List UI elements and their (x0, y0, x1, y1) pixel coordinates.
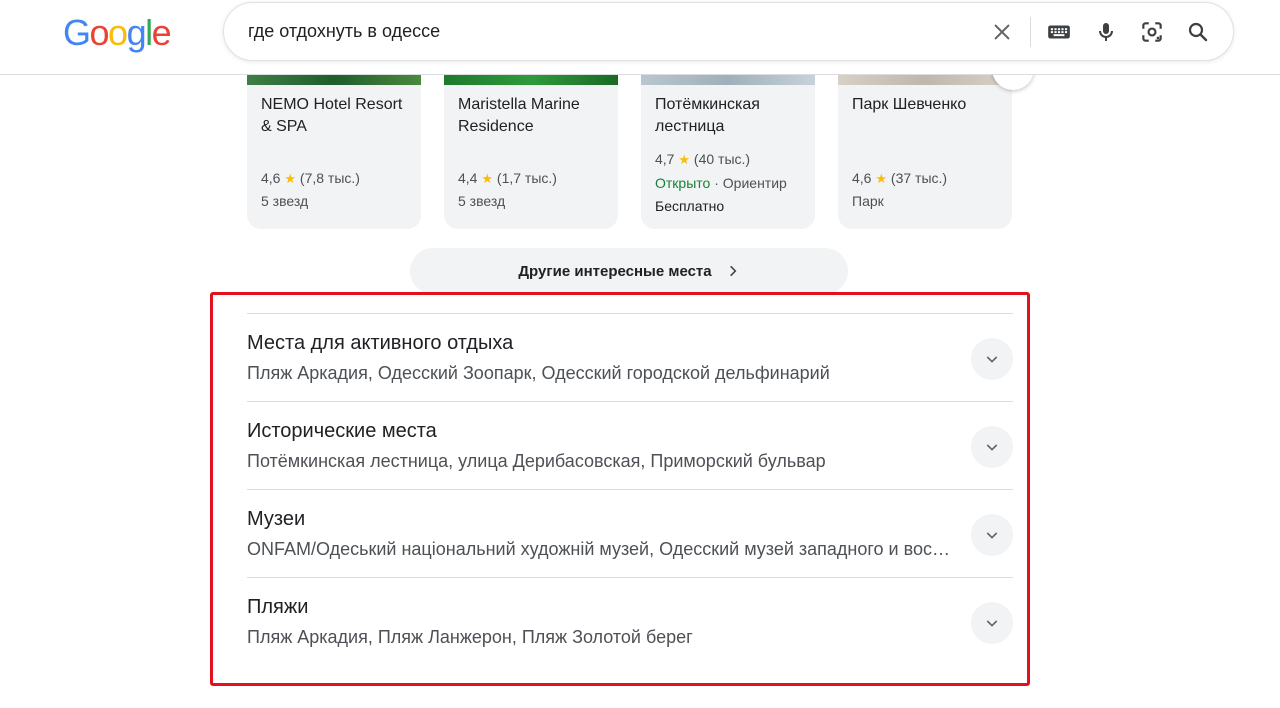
accordion-title: Исторические места (247, 420, 437, 442)
place-title: Maristella Marine Residence (458, 96, 580, 135)
rating-value: 4,6 (852, 170, 872, 186)
logo-letter: G (63, 12, 91, 53)
review-count: (1,7 тыс.) (496, 170, 557, 186)
places-carousel: NEMO Hotel Resort & SPA 4,6 ★ (7,8 тыс.)… (247, 60, 1037, 230)
star-icon: ★ (875, 171, 888, 186)
accordion-title: Пляжи (247, 596, 309, 618)
header: Google (0, 0, 1280, 75)
accordion-item[interactable]: Пляжи Пляж Аркадия, Пляж Ланжерон, Пляж … (247, 577, 1013, 665)
logo-letter: o (108, 12, 128, 53)
accordion-subtitle: Пляж Аркадия, Пляж Ланжерон, Пляж Золото… (247, 627, 693, 647)
place-card[interactable]: Maristella Marine Residence 4,4 ★ (1,7 т… (444, 60, 618, 229)
search-icon[interactable] (1182, 16, 1214, 48)
accordion-item[interactable]: Места для активного отдыха Пляж Аркадия,… (247, 313, 1013, 401)
chevron-down-icon (986, 444, 998, 451)
expand-button[interactable] (971, 514, 1013, 556)
rating-value: 4,6 (261, 170, 281, 186)
search-box (223, 2, 1234, 61)
place-category: Ориентир (722, 175, 787, 191)
search-divider (1030, 17, 1031, 47)
place-title: Потёмкинская лестница (655, 96, 760, 135)
accordion-subtitle: Пляж Аркадия, Одесский Зоопарк, Одесский… (247, 363, 830, 383)
expand-button[interactable] (971, 602, 1013, 644)
chevron-right-icon (726, 264, 740, 278)
rating-value: 4,7 (655, 151, 675, 167)
related-topics-accordion: Места для активного отдыха Пляж Аркадия,… (247, 313, 1013, 665)
place-card[interactable]: Потёмкинская лестница 4,7 ★ (40 тыс.) От… (641, 60, 815, 229)
chevron-down-icon (986, 356, 998, 363)
more-places-button[interactable]: Другие интересные места (410, 248, 848, 294)
star-icon: ★ (284, 171, 297, 186)
expand-button[interactable] (971, 338, 1013, 380)
accordion-title: Музеи (247, 508, 306, 530)
status-separator: · (714, 175, 719, 191)
place-card[interactable]: NEMO Hotel Resort & SPA 4,6 ★ (7,8 тыс.)… (247, 60, 421, 229)
logo-letter: o (89, 12, 110, 53)
place-rating: 4,6 ★ (37 тыс.) (852, 170, 947, 187)
star-icon: ★ (481, 171, 494, 186)
review-count: (40 тыс.) (693, 151, 751, 167)
more-places-label: Другие интересные места (518, 262, 712, 280)
accordion-title: Места для активного отдыха (247, 332, 514, 354)
review-count: (7,8 тыс.) (299, 170, 360, 186)
accordion-subtitle: ONFAM/Одеський національний художній муз… (247, 539, 955, 559)
accordion-subtitle: Потёмкинская лестница, улица Дерибасовск… (247, 451, 826, 471)
open-status: Открыто (655, 175, 711, 191)
google-logo[interactable]: Google (63, 12, 172, 54)
logo-letter: g (126, 12, 147, 53)
accordion-item[interactable]: Музеи ONFAM/Одеський національний художн… (247, 489, 1013, 577)
star-icon: ★ (678, 152, 691, 167)
expand-button[interactable] (971, 426, 1013, 468)
place-rating: 4,4 ★ (1,7 тыс.) (458, 170, 557, 187)
place-price: Бесплатно (655, 198, 725, 214)
place-rating: 4,7 ★ (40 тыс.) (655, 151, 750, 168)
keyboard-icon[interactable] (1043, 16, 1075, 48)
chevron-down-icon (986, 532, 998, 539)
place-type: Парк (852, 193, 884, 209)
search-input[interactable] (248, 3, 968, 60)
place-card[interactable]: Парк Шевченко 4,6 ★ (37 тыс.) Парк (838, 60, 1012, 229)
rating-value: 4,4 (458, 170, 478, 186)
lens-icon[interactable] (1136, 16, 1168, 48)
clear-icon[interactable] (986, 16, 1018, 48)
chevron-down-icon (986, 620, 998, 627)
place-title: Парк Шевченко (852, 96, 967, 113)
logo-letter: e (151, 12, 172, 53)
place-title: NEMO Hotel Resort & SPA (261, 96, 403, 135)
microphone-icon[interactable] (1090, 16, 1122, 48)
place-status: Открыто · Ориентир (655, 175, 787, 191)
accordion-item[interactable]: Исторические места Потёмкинская лестница… (247, 401, 1013, 489)
place-rating: 4,6 ★ (7,8 тыс.) (261, 170, 360, 187)
search-results-page: Google NEMO Hotel Resort & (0, 0, 1280, 708)
place-type: 5 звезд (261, 193, 309, 209)
place-type: 5 звезд (458, 193, 506, 209)
review-count: (37 тыс.) (890, 170, 948, 186)
